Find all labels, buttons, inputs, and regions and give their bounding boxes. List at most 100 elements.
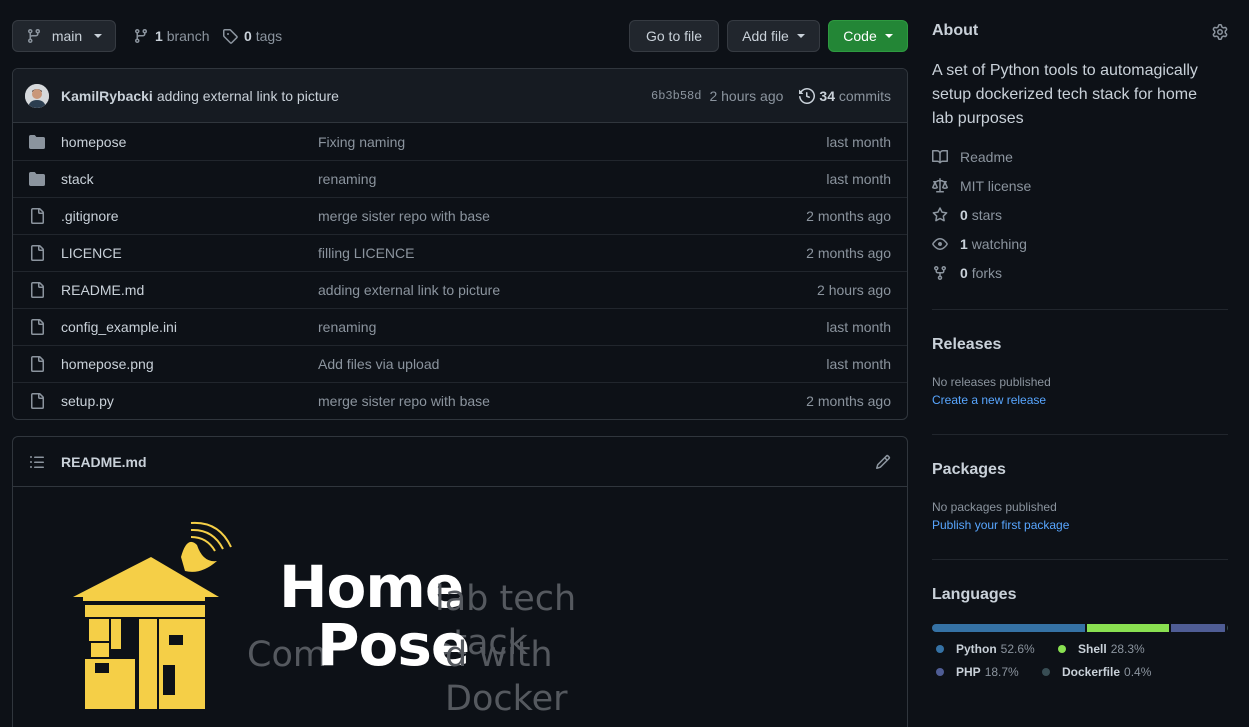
commit-message[interactable]: adding external link to picture [157, 88, 339, 104]
file-commit-message[interactable]: Fixing naming [318, 134, 405, 150]
file-name[interactable]: README.md [61, 282, 318, 298]
language-bar [932, 624, 1228, 632]
table-row[interactable]: config_example.ini renaming last month [13, 308, 907, 345]
readme-label: Readme [960, 149, 1013, 165]
commits-label: commits [838, 87, 891, 104]
language-bar-segment [932, 624, 1085, 632]
branches-link[interactable]: 1 branch [133, 26, 210, 46]
gear-icon[interactable] [1212, 24, 1228, 40]
table-row[interactable]: .gitignore merge sister repo with base 2… [13, 197, 907, 234]
file-age: last month [826, 319, 891, 335]
watching-label: watching [971, 236, 1027, 252]
file-commit-message[interactable]: Add files via upload [318, 356, 439, 372]
chevron-down-icon [884, 34, 893, 38]
language-bar-segment [1226, 624, 1228, 632]
packages-heading[interactable]: Packages [932, 461, 1006, 479]
readme-panel: README.md Home lab tech stack Com Pose d… [12, 436, 908, 727]
stars-label: stars [971, 207, 1003, 223]
file-age: last month [826, 171, 891, 187]
file-icon [29, 245, 45, 261]
history-icon [799, 87, 816, 104]
file-icon [29, 208, 45, 224]
language-dot [1058, 645, 1066, 653]
forks-count: 0 [960, 265, 968, 281]
language-name: Python [956, 642, 997, 656]
file-list: homepose Fixing naming last month stack … [13, 123, 907, 419]
fork-icon [932, 265, 948, 281]
file-commit-message[interactable]: filling LICENCE [318, 245, 414, 261]
language-item[interactable]: Dockerfile 0.4% [1042, 665, 1151, 679]
code-button[interactable]: Code [828, 20, 908, 52]
git-branch-icon [26, 28, 42, 44]
branch-name: main [51, 28, 83, 44]
table-row[interactable]: setup.py merge sister repo with base 2 m… [13, 382, 907, 419]
file-commit-message[interactable]: renaming [318, 171, 376, 187]
file-commit-message[interactable]: renaming [318, 319, 376, 335]
tags-link[interactable]: 0 tags [222, 26, 282, 46]
readme-title[interactable]: README.md [61, 454, 147, 470]
language-name: Dockerfile [1062, 665, 1121, 679]
create-release-link[interactable]: Create a new release [932, 393, 1046, 407]
file-name[interactable]: homepose.png [61, 356, 318, 372]
file-icon [29, 356, 45, 372]
commit-time: 2 hours ago [709, 87, 784, 104]
commits-count: 34 [819, 87, 835, 104]
list-unordered-icon[interactable] [29, 454, 45, 470]
file-name[interactable]: setup.py [61, 393, 318, 409]
table-row[interactable]: stack renaming last month [13, 160, 907, 197]
book-icon [932, 149, 948, 165]
watching-link[interactable]: 1 watching [932, 236, 1027, 252]
branch-select-button[interactable]: main [12, 20, 116, 52]
file-commit-message[interactable]: merge sister repo with base [318, 208, 490, 224]
language-percent: 18.7% [984, 665, 1019, 679]
commits-link[interactable]: 34 commits [799, 88, 891, 104]
commit-sha[interactable]: 6b3b58d [651, 89, 701, 103]
watching-count: 1 [960, 236, 968, 252]
go-to-file-label: Go to file [645, 28, 703, 44]
language-percent: 0.4% [1124, 665, 1152, 679]
table-row[interactable]: LICENCE filling LICENCE 2 months ago [13, 234, 907, 271]
language-bar-segment [1170, 624, 1225, 632]
avatar[interactable] [25, 83, 49, 108]
file-name[interactable]: .gitignore [61, 208, 318, 224]
stars-count: 0 [960, 207, 968, 223]
license-link[interactable]: MIT license [932, 178, 1031, 194]
pencil-icon[interactable] [875, 454, 891, 470]
file-name[interactable]: config_example.ini [61, 319, 318, 335]
releases-heading[interactable]: Releases [932, 336, 1001, 354]
file-age: 2 months ago [806, 393, 891, 409]
language-name: PHP [956, 665, 981, 679]
about-heading: About [932, 22, 979, 39]
chevron-down-icon [94, 34, 103, 38]
add-file-button[interactable]: Add file [727, 20, 820, 52]
file-commit-message[interactable]: adding external link to picture [318, 282, 500, 298]
language-item[interactable]: Python 52.6% [936, 642, 1035, 656]
readme-header: README.md [13, 437, 907, 487]
file-browser: KamilRybacki adding external link to pic… [12, 68, 908, 420]
folder-icon [29, 134, 45, 150]
language-item[interactable]: Shell 28.3% [1058, 642, 1145, 656]
table-row[interactable]: homepose Fixing naming last month [13, 123, 907, 160]
language-item[interactable]: PHP 18.7% [936, 665, 1019, 679]
eye-icon [932, 236, 948, 252]
file-age: last month [826, 356, 891, 372]
table-row[interactable]: homepose.png Add files via upload last m… [13, 345, 907, 382]
publish-package-link[interactable]: Publish your first package [932, 518, 1069, 532]
file-age: last month [826, 133, 891, 150]
language-dot [1042, 668, 1050, 676]
table-row[interactable]: README.md adding external link to pictur… [13, 271, 907, 308]
stars-link[interactable]: 0 stars [932, 207, 1002, 223]
go-to-file-button[interactable]: Go to file [629, 20, 719, 52]
file-age: 2 months ago [806, 208, 891, 224]
code-label: Code [843, 28, 877, 44]
file-name[interactable]: stack [61, 171, 318, 187]
logo-tail-2: d with Docker [445, 635, 568, 719]
forks-link[interactable]: 0 forks [932, 265, 1002, 281]
file-name[interactable]: LICENCE [61, 245, 318, 261]
file-commit-message[interactable]: merge sister repo with base [318, 393, 490, 409]
commit-author[interactable]: KamilRybacki [61, 88, 153, 104]
file-name[interactable]: homepose [61, 134, 318, 150]
readme-link[interactable]: Readme [932, 149, 1013, 165]
language-bar-segment [1086, 624, 1169, 632]
chevron-down-icon [796, 34, 805, 38]
